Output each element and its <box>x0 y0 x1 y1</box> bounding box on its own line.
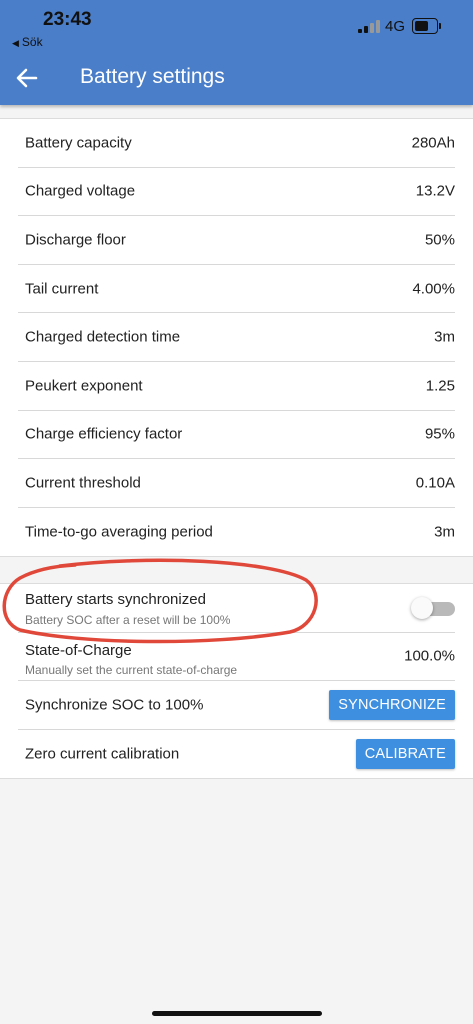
synchronize-soc-label: Synchronize SOC to 100% <box>25 696 204 714</box>
setting-row[interactable]: Discharge floor 50% <box>18 216 455 265</box>
setting-row[interactable]: Charged voltage 13.2V <box>18 168 455 217</box>
battery-starts-synchronized-label: Battery starts synchronized <box>25 591 206 608</box>
app-header: 23:43 ◀ Sök 4G Battery settings <box>0 0 473 105</box>
state-of-charge-description: Manually set the current state-of-charge <box>25 662 238 677</box>
setting-value: 13.2V <box>415 182 455 200</box>
network-type: 4G <box>385 18 406 35</box>
setting-row[interactable]: Current threshold 0.10A <box>18 459 455 508</box>
setting-row[interactable]: Peukert exponent 1.25 <box>18 362 455 411</box>
setting-label: Charged detection time <box>25 328 181 346</box>
setting-row[interactable]: Charge efficiency factor 95% <box>18 411 455 460</box>
setting-label: Discharge floor <box>25 231 126 249</box>
setting-label: Tail current <box>25 280 99 298</box>
setting-label: Battery capacity <box>25 134 132 152</box>
setting-label: Charge efficiency factor <box>25 425 183 443</box>
battery-status-icon <box>412 18 442 34</box>
back-triangle-icon: ◀ <box>12 38 19 48</box>
setting-row[interactable]: Charged detection time 3m <box>18 313 455 362</box>
back-to-app-link[interactable]: ◀ Sök <box>12 35 43 49</box>
setting-label: Peukert exponent <box>25 377 143 395</box>
setting-row[interactable]: Tail current 4.00% <box>18 265 455 314</box>
setting-label: Charged voltage <box>25 182 136 200</box>
setting-value: 1.25 <box>425 377 455 395</box>
back-arrow-icon[interactable] <box>14 64 40 92</box>
synchronize-soc-row: Synchronize SOC to 100% SYNCHRONIZE <box>18 681 455 730</box>
back-app-label: Sök <box>21 35 43 49</box>
page-title: Battery settings <box>80 65 225 88</box>
setting-label: Current threshold <box>25 474 141 492</box>
setting-value: 95% <box>424 425 455 443</box>
setting-value: 3m <box>434 523 455 541</box>
setting-label: Time-to-go averaging period <box>25 523 213 541</box>
setting-value: 50% <box>424 231 455 249</box>
battery-starts-synchronized-description: Battery SOC after a reset will be 100% <box>25 613 231 627</box>
setting-row[interactable]: Time-to-go averaging period 3m <box>18 508 455 557</box>
setting-value: 280Ah <box>411 134 455 152</box>
battery-starts-synchronized-toggle[interactable] <box>411 597 455 619</box>
zero-current-calibration-row: Zero current calibration CALIBRATE <box>18 730 455 779</box>
setting-value: 4.00% <box>412 280 455 298</box>
zero-current-calibration-label: Zero current calibration <box>25 745 180 763</box>
setting-value: 0.10A <box>415 474 455 492</box>
cellular-signal-icon <box>358 20 380 33</box>
state-of-charge-label: State-of-Charge <box>25 641 132 659</box>
home-indicator[interactable] <box>152 1011 322 1016</box>
state-of-charge-value: 100.0% <box>404 647 455 665</box>
battery-starts-synchronized-row[interactable]: Battery starts synchronized Battery SOC … <box>18 584 455 633</box>
setting-row[interactable]: Battery capacity 280Ah <box>18 119 455 168</box>
status-time: 23:43 <box>43 9 92 30</box>
calibrate-button[interactable]: CALIBRATE <box>355 739 455 770</box>
battery-settings-list: Battery capacity 280Ah Charged voltage 13.2… <box>0 118 473 558</box>
setting-value: 3m <box>434 328 455 346</box>
state-of-charge-row[interactable]: State-of-Charge Manually set the current… <box>18 633 455 682</box>
synchronize-button[interactable]: SYNCHRONIZE <box>329 689 455 720</box>
soc-panel: Battery starts synchronized Battery SOC … <box>0 583 473 780</box>
